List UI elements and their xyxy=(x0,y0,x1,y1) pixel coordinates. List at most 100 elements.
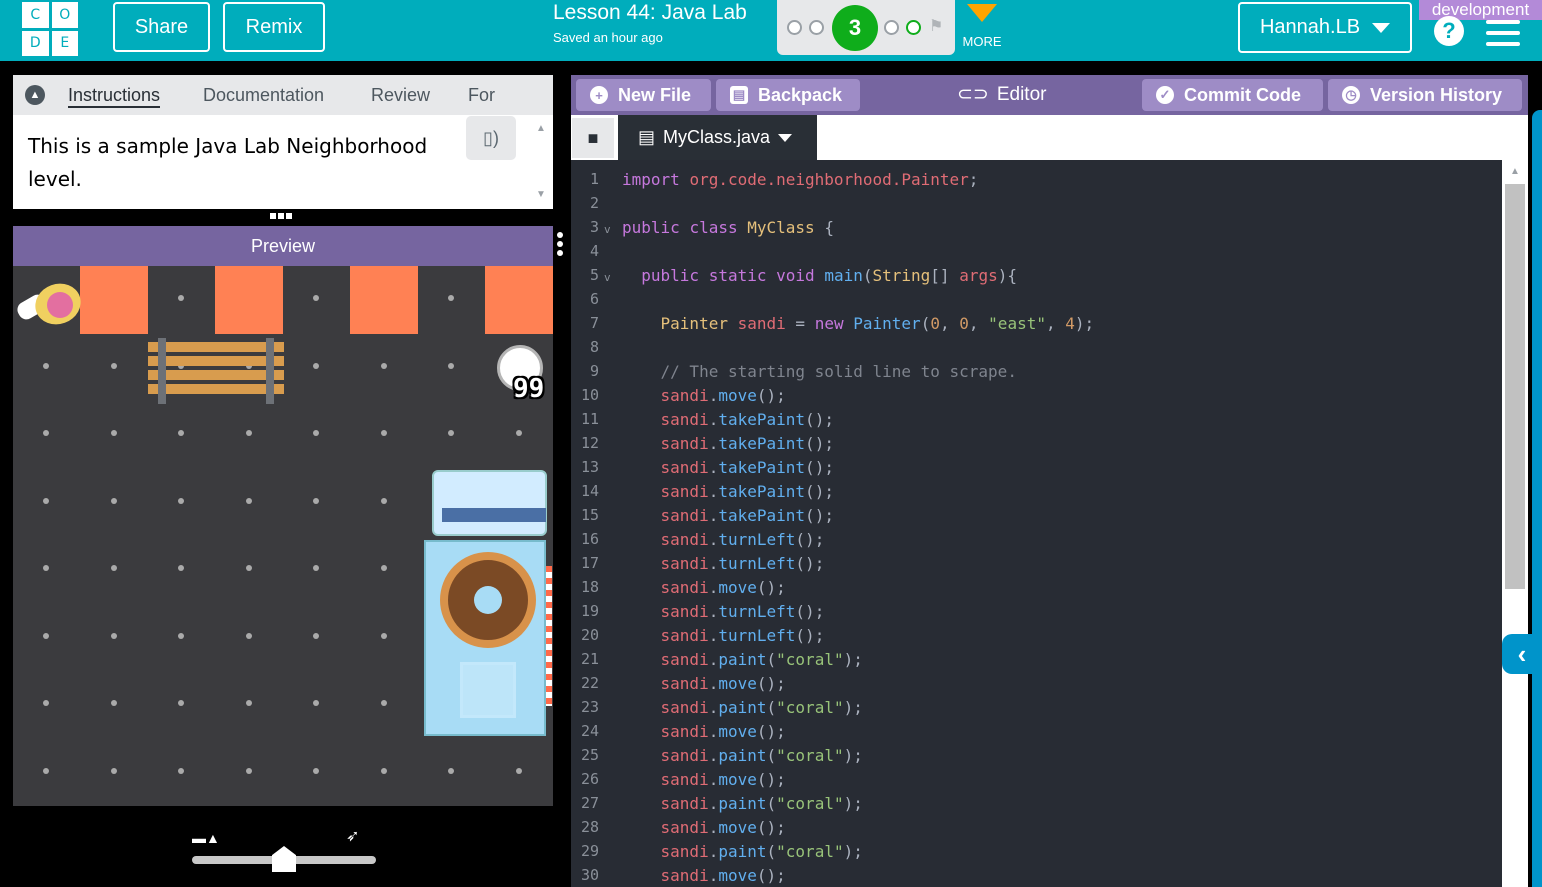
line-number: 23 xyxy=(580,698,599,716)
hamburger-menu-icon[interactable] xyxy=(1486,20,1520,53)
level-5-dot[interactable] xyxy=(906,20,921,35)
line-number: 5 xyxy=(589,266,599,284)
line-number: 14 xyxy=(580,482,599,500)
instructions-resize-handle[interactable] xyxy=(270,213,296,219)
code-line[interactable]: 11 sandi.takePaint(); xyxy=(571,406,1501,430)
grid-dot xyxy=(515,430,522,436)
line-number: 1 xyxy=(589,170,599,188)
tab-documentation[interactable]: Documentation xyxy=(203,85,324,106)
grid-dot xyxy=(43,565,49,571)
code-line[interactable]: 20 sandi.turnLeft(); xyxy=(571,622,1501,646)
grid-dot xyxy=(313,430,319,436)
turtle-icon: ▬▲ xyxy=(192,830,220,846)
grid-dot xyxy=(380,565,387,571)
help-icon[interactable]: ? xyxy=(1434,16,1464,46)
code-line[interactable]: 29 sandi.paint("coral"); xyxy=(571,838,1501,862)
editor-scrollbar-thumb[interactable] xyxy=(1505,184,1525,589)
code-line[interactable]: 3 v public class MyClass { xyxy=(571,214,1501,238)
painter-character xyxy=(14,274,87,331)
level-2-dot[interactable] xyxy=(809,20,824,35)
code-line[interactable]: 12 sandi.takePaint(); xyxy=(571,430,1501,454)
code-line[interactable]: 7 Painter sandi = new Painter(0, 0, "eas… xyxy=(571,310,1501,334)
code-line[interactable]: 22 sandi.move(); xyxy=(571,670,1501,694)
fold-chevron-icon[interactable]: v xyxy=(604,271,611,284)
level-progress: 3 ⚑ xyxy=(777,0,955,55)
collapse-chevron-up-icon[interactable]: ▲ xyxy=(25,85,45,105)
tab-instructions[interactable]: Instructions xyxy=(68,85,161,108)
line-number: 12 xyxy=(580,434,599,452)
preview-header: Preview xyxy=(13,226,553,266)
code-line[interactable]: 9 // The starting solid line to scrape. xyxy=(571,358,1501,382)
text-to-speech-icon[interactable]: ▯) xyxy=(466,116,516,160)
grid-dot xyxy=(313,700,319,706)
grid-dot xyxy=(43,430,49,436)
current-level-bubble[interactable]: 3 xyxy=(832,5,878,51)
code-editor[interactable]: 1 import org.code.neighborhood.Painter; 2 3… xyxy=(571,160,1528,887)
code-line[interactable]: 25 sandi.paint("coral"); xyxy=(571,742,1501,766)
code-text: sandi.paint("coral"); xyxy=(660,650,863,669)
grid-dot xyxy=(110,565,117,571)
version-history-button[interactable]: ◷ Version History xyxy=(1328,79,1522,111)
code-line[interactable]: 30 sandi.move(); xyxy=(571,862,1501,886)
panel-splitter-handle[interactable] xyxy=(557,232,565,260)
code-line[interactable]: 26 sandi.move(); xyxy=(571,766,1501,790)
flag-icon[interactable]: ⚑ xyxy=(929,16,943,36)
grid-dot xyxy=(313,362,319,369)
more-label: MORE xyxy=(962,34,1002,49)
code-line[interactable]: 14 sandi.takePaint(); xyxy=(571,478,1501,502)
new-file-button[interactable]: + New File xyxy=(576,79,711,111)
grid-dot xyxy=(178,565,184,571)
code-line[interactable]: 24 sandi.move(); xyxy=(571,718,1501,742)
user-menu-button[interactable]: Hannah.LB xyxy=(1238,2,1412,53)
code-text: sandi.paint("coral"); xyxy=(660,698,863,717)
speed-slider[interactable]: ▬▲ ➶ xyxy=(190,822,380,872)
code-line[interactable]: 4 xyxy=(571,238,1501,262)
commit-code-button[interactable]: ✓ Commit Code xyxy=(1142,79,1323,111)
code-line[interactable]: 5v public static void main(String[] args… xyxy=(571,262,1501,286)
level-4-dot[interactable] xyxy=(884,20,899,35)
code-line[interactable]: 19 sandi.turnLeft(); xyxy=(571,598,1501,622)
instructions-tab-bar: ▲ Instructions Documentation Review For xyxy=(13,75,553,115)
code-text: sandi.paint("coral"); xyxy=(660,746,863,765)
chevron-left-icon[interactable]: ‹ xyxy=(1502,634,1542,674)
speed-thumb[interactable] xyxy=(272,846,296,872)
code-line[interactable]: 2 xyxy=(571,190,1501,214)
grid-dot xyxy=(313,767,319,774)
tab-for-teachers[interactable]: For xyxy=(468,85,495,106)
remix-button[interactable]: Remix xyxy=(223,2,325,52)
code-text: sandi.turnLeft(); xyxy=(660,554,825,573)
code-line[interactable]: 27 sandi.paint("coral"); xyxy=(571,790,1501,814)
code-text: sandi.move(); xyxy=(660,674,786,693)
tab-review[interactable]: Review xyxy=(371,85,430,106)
instructions-scrollbar[interactable]: ▲ ▼ xyxy=(528,115,553,209)
fold-chevron-icon[interactable]: v xyxy=(604,223,611,236)
share-button[interactable]: Share xyxy=(113,2,210,52)
code-org-logo[interactable]: C O D E xyxy=(22,2,78,56)
line-number: 15 xyxy=(580,506,599,524)
level-1-dot[interactable] xyxy=(787,20,802,35)
code-line[interactable]: 28 sandi.move(); xyxy=(571,814,1501,838)
grid-dot xyxy=(380,430,387,436)
caret-down-icon[interactable] xyxy=(778,133,793,142)
grid-dot xyxy=(380,767,387,774)
file-tab-myclass[interactable]: ▤ MyClass.java xyxy=(618,115,817,160)
backpack-button[interactable]: ▤ Backpack xyxy=(716,79,860,111)
code-line[interactable]: 18 sandi.move(); xyxy=(571,574,1501,598)
code-line[interactable]: 8 xyxy=(571,334,1501,358)
more-levels-button[interactable]: MORE xyxy=(960,4,1004,49)
editor-scrollbar[interactable]: ▲ xyxy=(1502,160,1528,887)
code-line[interactable]: 23 sandi.paint("coral"); xyxy=(571,694,1501,718)
code-line[interactable]: 13 sandi.takePaint(); xyxy=(571,454,1501,478)
code-line[interactable]: 21 sandi.paint("coral"); xyxy=(571,646,1501,670)
code-line[interactable]: 16 sandi.turnLeft(); xyxy=(571,526,1501,550)
code-line[interactable]: 17 sandi.turnLeft(); xyxy=(571,550,1501,574)
code-line[interactable]: 15 sandi.takePaint(); xyxy=(571,502,1501,526)
grid-dot xyxy=(380,497,387,504)
coral-painted-tile xyxy=(215,266,283,334)
folder-icon[interactable]: ■ xyxy=(572,118,614,158)
code-line[interactable]: 10 sandi.move(); xyxy=(571,382,1501,406)
donut-icon xyxy=(440,552,536,648)
code-line[interactable]: 6 xyxy=(571,286,1501,310)
backpack-icon: ▤ xyxy=(730,86,748,104)
code-line[interactable]: 1 import org.code.neighborhood.Painter; xyxy=(571,166,1501,190)
